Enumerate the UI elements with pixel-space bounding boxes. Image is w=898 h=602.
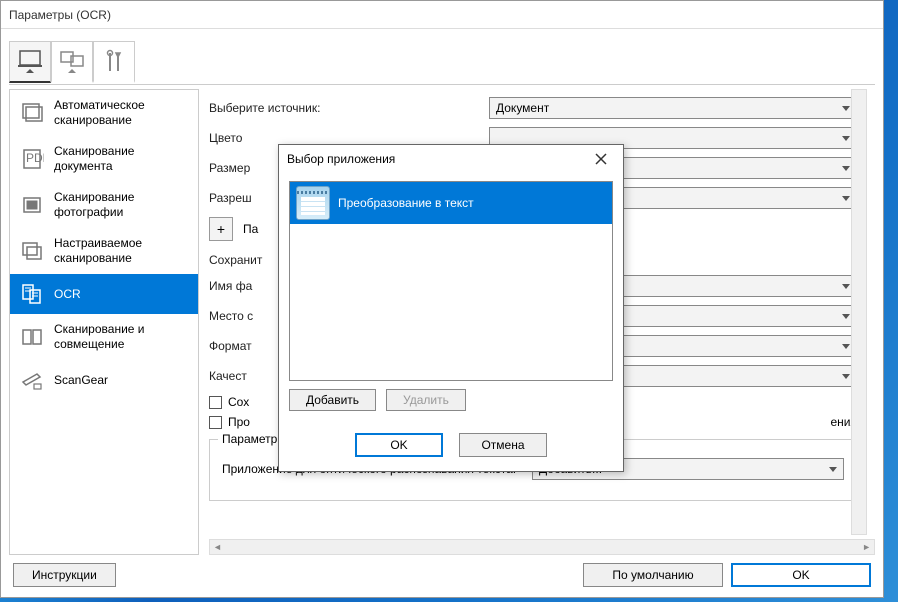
sidebar-item-scangear[interactable]: ScanGear [10,360,198,400]
sidebar-item-label: Сканирование фотографии [54,190,188,220]
tab-tools[interactable] [93,41,135,83]
horizontal-scrollbar[interactable] [209,539,875,555]
instructions-button[interactable]: Инструкции [13,563,116,587]
list-item[interactable]: Преобразование в текст [290,182,612,224]
photo-icon [20,193,44,217]
auto-scan-icon [20,101,44,125]
device-icon [58,49,86,75]
dialog-ok-button[interactable]: OK [355,433,443,457]
list-item-label: Преобразование в текст [338,196,474,210]
sidebar-item-label: Сканирование и совмещение [54,322,188,352]
tab-scan-computer[interactable] [9,41,51,83]
dialog-titlebar: Выбор приложения [279,145,623,173]
computer-icon [16,49,44,75]
ok-button[interactable]: OK [731,563,871,587]
ocr-icon [20,282,44,306]
svg-text:PDF: PDF [26,151,44,165]
sidebar-item-label: OCR [54,287,81,302]
scangear-icon [20,368,44,392]
dialog-add-button[interactable]: Добавить [289,389,376,411]
top-tab-bar [9,41,875,85]
bottom-bar: Инструкции По умолчанию OK [9,555,875,589]
vertical-scrollbar[interactable] [851,89,867,535]
tools-icon [100,49,128,75]
tab-scan-device[interactable] [51,41,93,83]
close-icon [595,153,607,165]
stitch-icon [20,325,44,349]
sidebar-item-auto-scan[interactable]: Автоматическое сканирование [10,90,198,136]
dialog-close-button[interactable] [587,148,615,170]
checkbox-save-label: Сох [228,395,249,409]
custom-scan-icon [20,239,44,263]
dialog-delete-button[interactable]: Удалить [386,389,466,411]
dialog-footer: OK Отмена [279,419,623,471]
checkbox-check-label-prefix: Про [228,415,250,429]
app-select-dialog: Выбор приложения Преобразование в текст … [278,144,624,472]
notepad-icon [296,186,330,220]
dialog-title: Выбор приложения [287,152,395,166]
plus-label: Па [243,222,258,236]
sidebar-item-custom-scan[interactable]: Настраиваемое сканирование [10,228,198,274]
dialog-cancel-button[interactable]: Отмена [459,433,547,457]
color-label: Цвето [209,131,479,145]
app-listbox[interactable]: Преобразование в текст [289,181,613,381]
source-label: Выберите источник: [209,101,479,115]
checkbox-check[interactable] [209,416,222,429]
source-select[interactable]: Документ [489,97,857,119]
titlebar: Параметры (OCR) [1,1,883,29]
sidebar-item-label: Сканирование документа [54,144,188,174]
sidebar-item-ocr[interactable]: OCR [10,274,198,314]
window-title: Параметры (OCR) [9,8,111,22]
plus-button[interactable]: + [209,217,233,241]
sidebar: Автоматическое сканирование PDF Сканиров… [9,89,199,555]
sidebar-item-photo-scan[interactable]: Сканирование фотографии [10,182,198,228]
defaults-button[interactable]: По умолчанию [583,563,723,587]
dialog-body: Преобразование в текст Добавить Удалить [279,173,623,419]
sidebar-item-doc-scan[interactable]: PDF Сканирование документа [10,136,198,182]
pdf-icon: PDF [20,147,44,171]
sidebar-item-label: ScanGear [54,373,108,388]
checkbox-save[interactable] [209,396,222,409]
sidebar-item-label: Настраиваемое сканирование [54,236,188,266]
source-value: Документ [496,101,549,115]
sidebar-item-label: Автоматическое сканирование [54,98,188,128]
sidebar-item-stitch[interactable]: Сканирование и совмещение [10,314,198,360]
